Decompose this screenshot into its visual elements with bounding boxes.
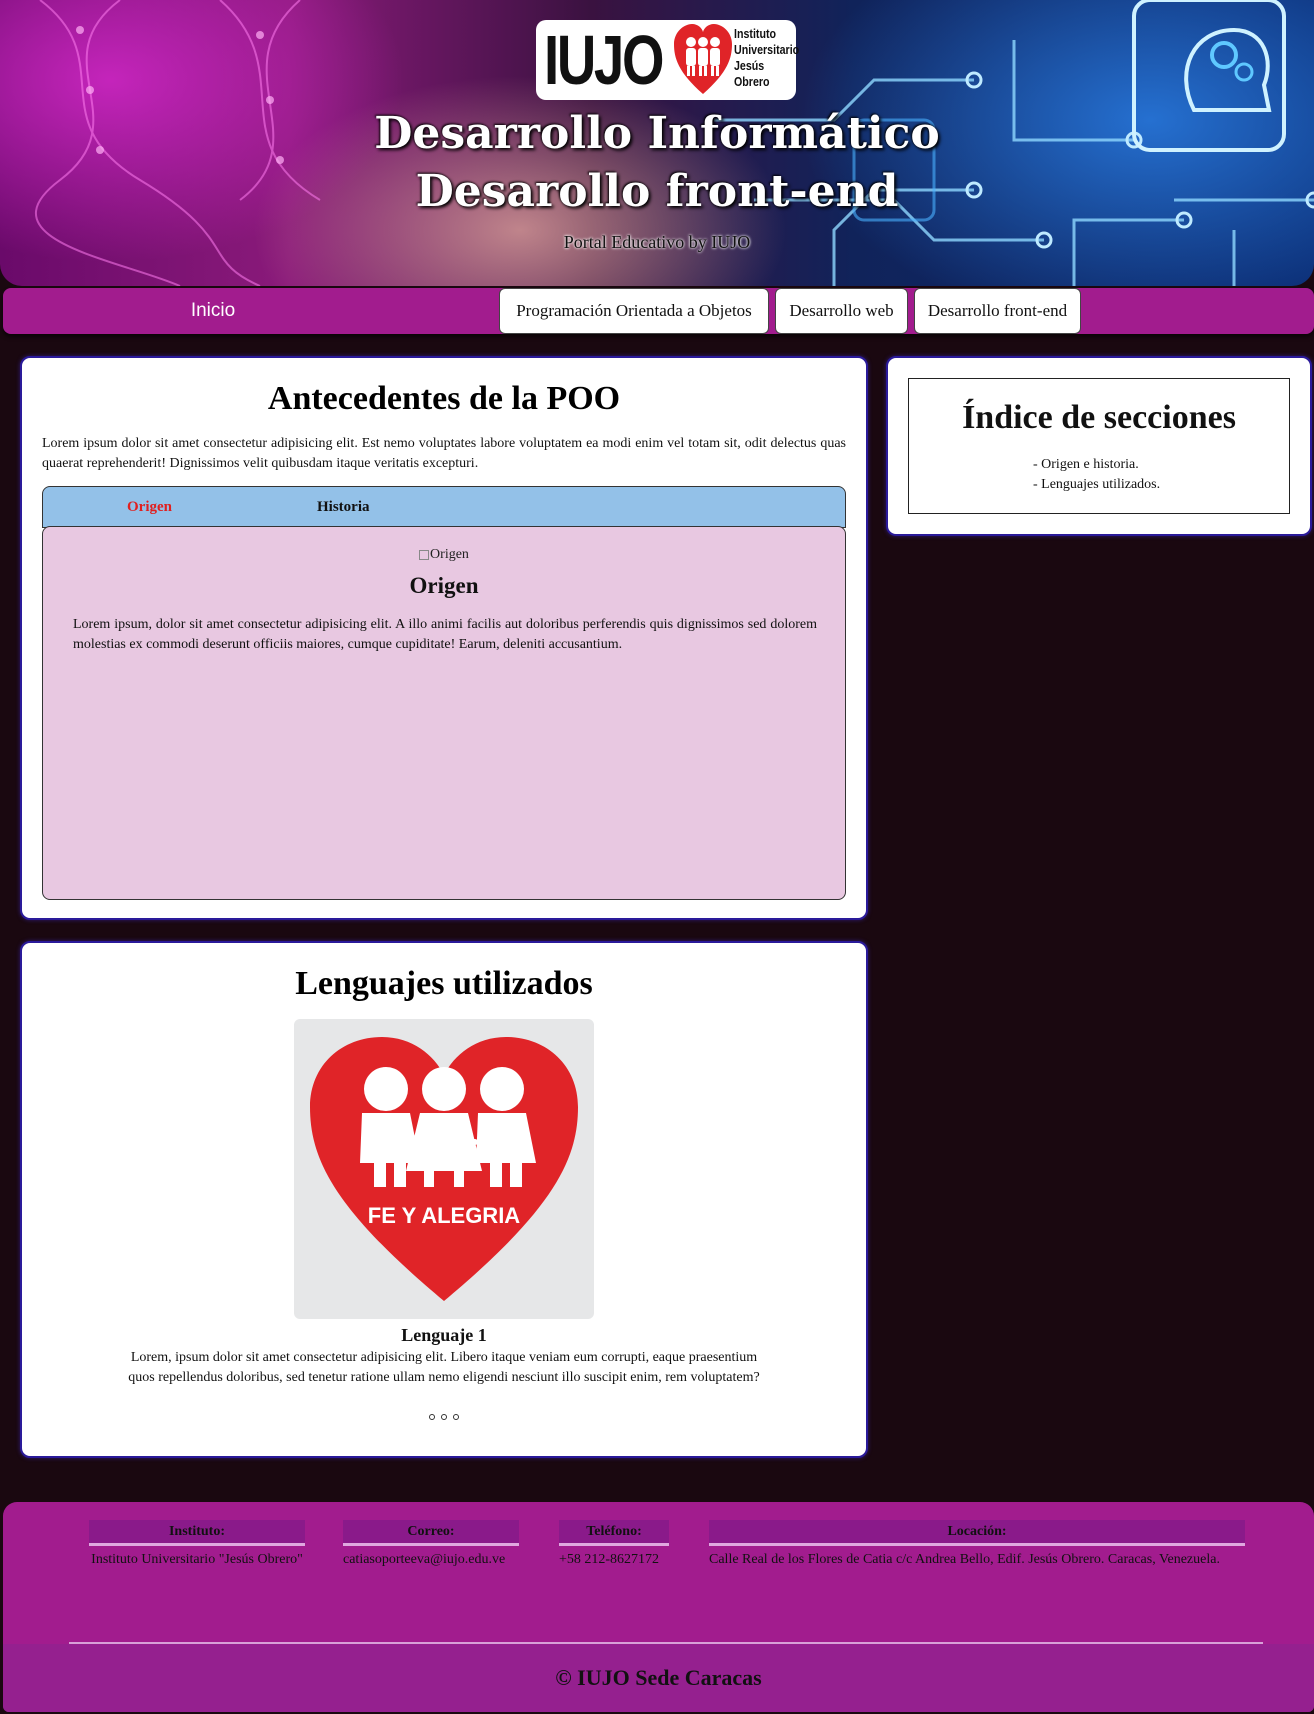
nav-item-poo[interactable]: Programación Orientada a Objetos (499, 288, 769, 334)
item-title: Lenguaje 1 (401, 1325, 487, 1345)
logo-wordmark: IUJO (544, 21, 664, 99)
panel-heading: Origen (409, 573, 479, 598)
lenguajes-section: Lenguajes utilizados FE Y ALEGRIA Lengua… (20, 941, 868, 1458)
index-title: Índice de secciones (962, 399, 1236, 436)
heart-logo-icon (674, 24, 732, 94)
footer-email-link[interactable]: catiasoporteeva@iujo.edu.ve (343, 1550, 519, 1570)
footer: Instituto: Instituto Universitario "Jesú… (3, 1502, 1314, 1712)
footer-label: Teléfono: (559, 1520, 669, 1546)
carousel-image: FE Y ALEGRIA (294, 1019, 594, 1319)
footer-correo: Correo: catiasoporteeva@iujo.edu.ve (343, 1520, 519, 1570)
tab-historia[interactable]: Historia (317, 487, 370, 527)
broken-image: Origen (43, 547, 845, 563)
footer-value: +58 212-8627172 (559, 1552, 660, 1567)
tab-bar: Origen Historia (42, 486, 846, 528)
header-banner: IUJO Instituto Universitario Jesús Obrer… (0, 0, 1314, 286)
footer-label: Locación: (709, 1520, 1245, 1546)
footer-value: Instituto Universitario "Jesús Obrero" (91, 1552, 303, 1567)
nav-item-desarrollo-web[interactable]: Desarrollo web (775, 288, 908, 334)
footer-label: Instituto: (89, 1520, 305, 1546)
footer-value: Calle Real de los Flores de Catia c/c An… (709, 1552, 1220, 1567)
main-nav: Inicio Programación Orientada a Objetos … (3, 288, 1314, 334)
carousel-dot[interactable] (441, 1414, 447, 1420)
index-sidebar: Índice de secciones - Origen e historia.… (886, 356, 1312, 536)
footer-instituto: Instituto: Instituto Universitario "Jesú… (89, 1520, 305, 1570)
site-title: Desarrollo Informático (374, 108, 940, 159)
nav-item-desarrollo-front-end[interactable]: Desarrollo front-end (914, 288, 1081, 334)
tab-panel: Origen Origen Lorem ipsum, dolor sit ame… (42, 526, 846, 900)
fe-y-alegria-heart-icon: FE Y ALEGRIA (310, 1037, 578, 1301)
site-tagline: Portal Educativo by IUJO (563, 232, 751, 252)
panel-text: Lorem ipsum, dolor sit amet consectetur … (73, 617, 817, 652)
footer-locacion: Locación: Calle Real de los Flores de Ca… (709, 1520, 1245, 1570)
carousel-dot[interactable] (429, 1414, 435, 1420)
index-box: Índice de secciones - Origen e historia.… (908, 378, 1290, 514)
iujo-logo[interactable]: IUJO Instituto Universitario Jesús Obrer… (536, 20, 800, 100)
footer-label: Correo: (343, 1520, 519, 1546)
item-text: Lorem, ipsum dolor sit amet consectetur … (128, 1350, 760, 1385)
carousel-indicators (22, 1407, 866, 1425)
nav-home-link[interactable]: Inicio (163, 288, 263, 334)
tab-origen[interactable]: Origen (127, 487, 172, 527)
logo-subtitle: Instituto Universitario Jesús Obrero (734, 26, 800, 89)
site-subtitle-title: Desarollo front-end (415, 166, 899, 217)
poo-section: Antecedentes de la POO Lorem ipsum dolor… (20, 356, 868, 920)
index-link-lenguajes[interactable]: - Lenguajes utilizados. (1033, 475, 1160, 495)
section-intro: Lorem ipsum dolor sit amet consectetur a… (42, 436, 846, 471)
section-title: Lenguajes utilizados (295, 965, 593, 1002)
image-caption: FE Y ALEGRIA (368, 1203, 521, 1228)
footer-telefono: Teléfono: +58 212-8627172 (559, 1520, 669, 1570)
footer-copyright: © IUJO Sede Caracas (3, 1644, 1314, 1712)
broken-image-icon (419, 549, 430, 560)
index-link-origen[interactable]: - Origen e historia. (1033, 455, 1160, 475)
carousel-dot[interactable] (453, 1414, 459, 1420)
section-title: Antecedentes de la POO (267, 380, 621, 417)
index-list: - Origen e historia. - Lenguajes utiliza… (1033, 455, 1160, 495)
